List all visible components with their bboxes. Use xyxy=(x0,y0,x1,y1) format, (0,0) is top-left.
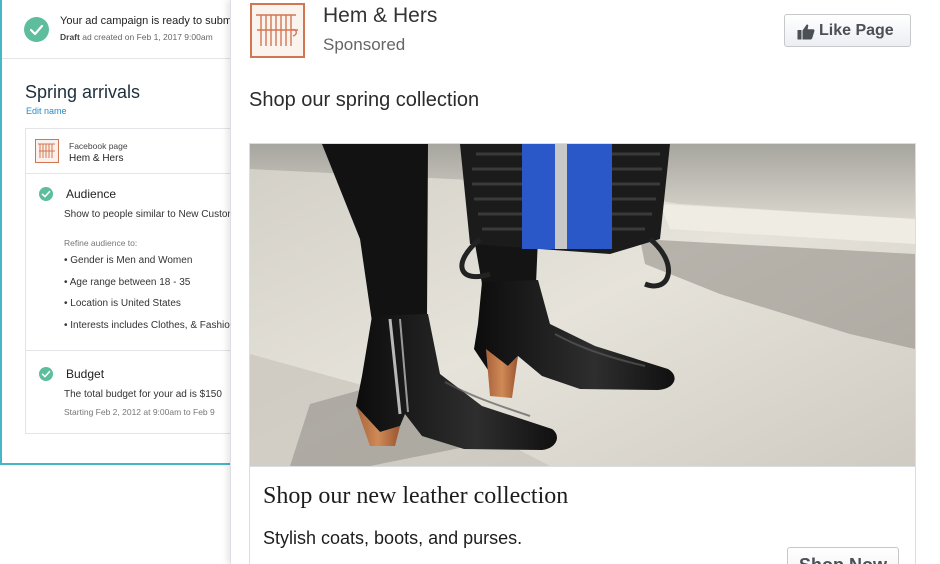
facebook-page-label: Facebook page xyxy=(69,141,128,151)
hem-hers-logo xyxy=(35,139,59,163)
app-window: Your ad campaign is ready to submit Draf… xyxy=(0,0,940,564)
thumbs-up-icon xyxy=(797,23,815,45)
ready-banner: Your ad campaign is ready to submit Draf… xyxy=(2,0,236,59)
budget-check-icon xyxy=(39,367,53,381)
budget-schedule: Starting Feb 2, 2012 at 9:00am to Feb 9 xyxy=(64,407,215,417)
banner-title: Your ad campaign is ready to submit xyxy=(60,15,236,27)
section-divider xyxy=(26,350,236,351)
ad-description: Stylish coats, boots, and purses. xyxy=(263,528,523,548)
ad-headline[interactable]: Shop our new leather collection xyxy=(263,483,568,510)
hem-hers-logo[interactable] xyxy=(250,3,305,58)
ad-link-card[interactable]: Shop our new leather collection Stylish … xyxy=(249,143,916,564)
budget-description: The total budget for your ad is $150 xyxy=(64,389,222,400)
facebook-page-row[interactable]: Facebook page Hem & Hers xyxy=(26,129,236,174)
ad-product-image[interactable] xyxy=(250,144,915,467)
ad-preview-panel: Hem & Hers Sponsored Like Page Shop our … xyxy=(230,0,940,564)
budget-title: Budget xyxy=(66,367,105,381)
like-page-button[interactable]: Like Page xyxy=(784,14,911,47)
shop-now-button[interactable]: Shop Now xyxy=(787,547,899,564)
audience-item: • Gender is Men and Women xyxy=(64,255,193,266)
audience-item: • Interests includes Clothes, & Fashion xyxy=(64,320,236,331)
draft-label: Draft xyxy=(60,32,80,42)
refine-label: Refine audience to: xyxy=(64,238,138,248)
facebook-page-name: Hem & Hers xyxy=(69,153,124,164)
campaign-title: Spring arrivals xyxy=(25,82,141,102)
check-circle-icon xyxy=(24,17,49,42)
audience-check-icon xyxy=(39,187,53,201)
ad-primary-text: Shop our spring collection xyxy=(249,89,480,111)
audience-item: • Location is United States xyxy=(64,298,181,309)
created-date: ad created on Feb 1, 2017 9:00am xyxy=(82,32,213,42)
sponsored-label: Sponsored xyxy=(323,35,406,54)
audience-item: • Age range between 18 - 35 xyxy=(64,277,191,288)
audience-description: Show to people similar to New Customers xyxy=(64,209,236,220)
audience-title: Audience xyxy=(66,187,117,201)
like-page-label: Like Page xyxy=(819,22,894,39)
banner-subtitle: Draft ad created on Feb 1, 2017 9:00am xyxy=(60,32,213,42)
campaign-details-card: Facebook page Hem & Hers Audience Show t… xyxy=(25,128,236,434)
campaign-summary-panel: Your ad campaign is ready to submit Draf… xyxy=(0,0,236,465)
page-name[interactable]: Hem & Hers xyxy=(323,4,437,28)
edit-name-link[interactable]: Edit name xyxy=(26,106,67,116)
